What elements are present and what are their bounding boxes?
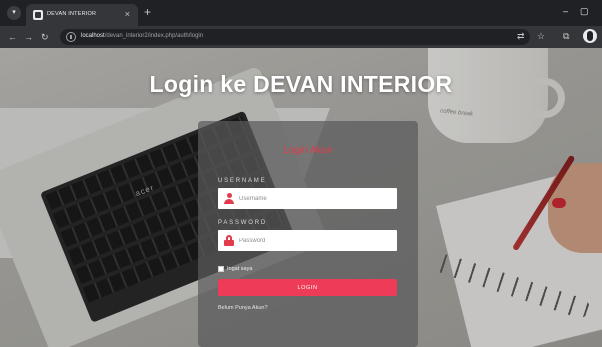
- new-tab-icon[interactable]: +: [144, 5, 151, 19]
- url-text[interactable]: localhost/devan_interior2/index.php/auth…: [81, 33, 203, 39]
- browser-toolbar: ← → ↻ localhost/devan_interior2/index.ph…: [0, 26, 602, 48]
- remember-checkbox[interactable]: [218, 266, 224, 272]
- tab-close-icon[interactable]: ×: [125, 9, 130, 19]
- register-link[interactable]: Belum Punya Akun?: [218, 305, 268, 311]
- username-input[interactable]: [239, 192, 389, 205]
- remember-label[interactable]: Ingat saya: [227, 266, 252, 272]
- browser-tab[interactable]: DEVAN INTERIOR ×: [26, 4, 138, 26]
- maximize-icon[interactable]: ▢: [580, 5, 589, 17]
- site-info-icon[interactable]: [66, 32, 76, 42]
- login-button[interactable]: LOGIN: [218, 279, 397, 296]
- login-page: acer coffee break Login ke DEVAN INTERIO…: [0, 48, 602, 347]
- bookmark-star-icon[interactable]: ☆: [537, 30, 545, 42]
- username-field[interactable]: [218, 188, 397, 209]
- back-icon[interactable]: ←: [8, 31, 17, 43]
- forward-icon[interactable]: →: [24, 31, 33, 43]
- minimize-icon[interactable]: –: [563, 5, 568, 17]
- address-bar[interactable]: localhost/devan_interior2/index.php/auth…: [60, 29, 530, 45]
- user-icon: [224, 193, 234, 204]
- username-label: USERNAME: [218, 178, 267, 184]
- password-label: PASSWORD: [218, 220, 267, 226]
- translate-icon[interactable]: ⇄: [517, 30, 525, 42]
- login-card-title: Login Akun: [283, 145, 333, 156]
- page-title: Login ke DEVAN INTERIOR: [149, 71, 453, 97]
- site-favicon-icon: [33, 10, 43, 20]
- password-input[interactable]: [239, 234, 389, 247]
- password-field[interactable]: [218, 230, 397, 251]
- profile-avatar-icon[interactable]: [583, 29, 597, 43]
- login-card: Login Akun USERNAME PASSWORD Ingat saya …: [198, 121, 418, 347]
- browser-tab-strip: ▾ DEVAN INTERIOR × + – ▢: [0, 0, 602, 26]
- reload-icon[interactable]: ↻: [41, 31, 49, 43]
- remember-me[interactable]: Ingat saya: [218, 266, 252, 272]
- tab-title: DEVAN INTERIOR: [47, 11, 97, 17]
- lock-icon: [224, 235, 234, 246]
- tab-search-icon[interactable]: ▾: [7, 6, 21, 20]
- extensions-icon[interactable]: ⧉: [563, 30, 569, 42]
